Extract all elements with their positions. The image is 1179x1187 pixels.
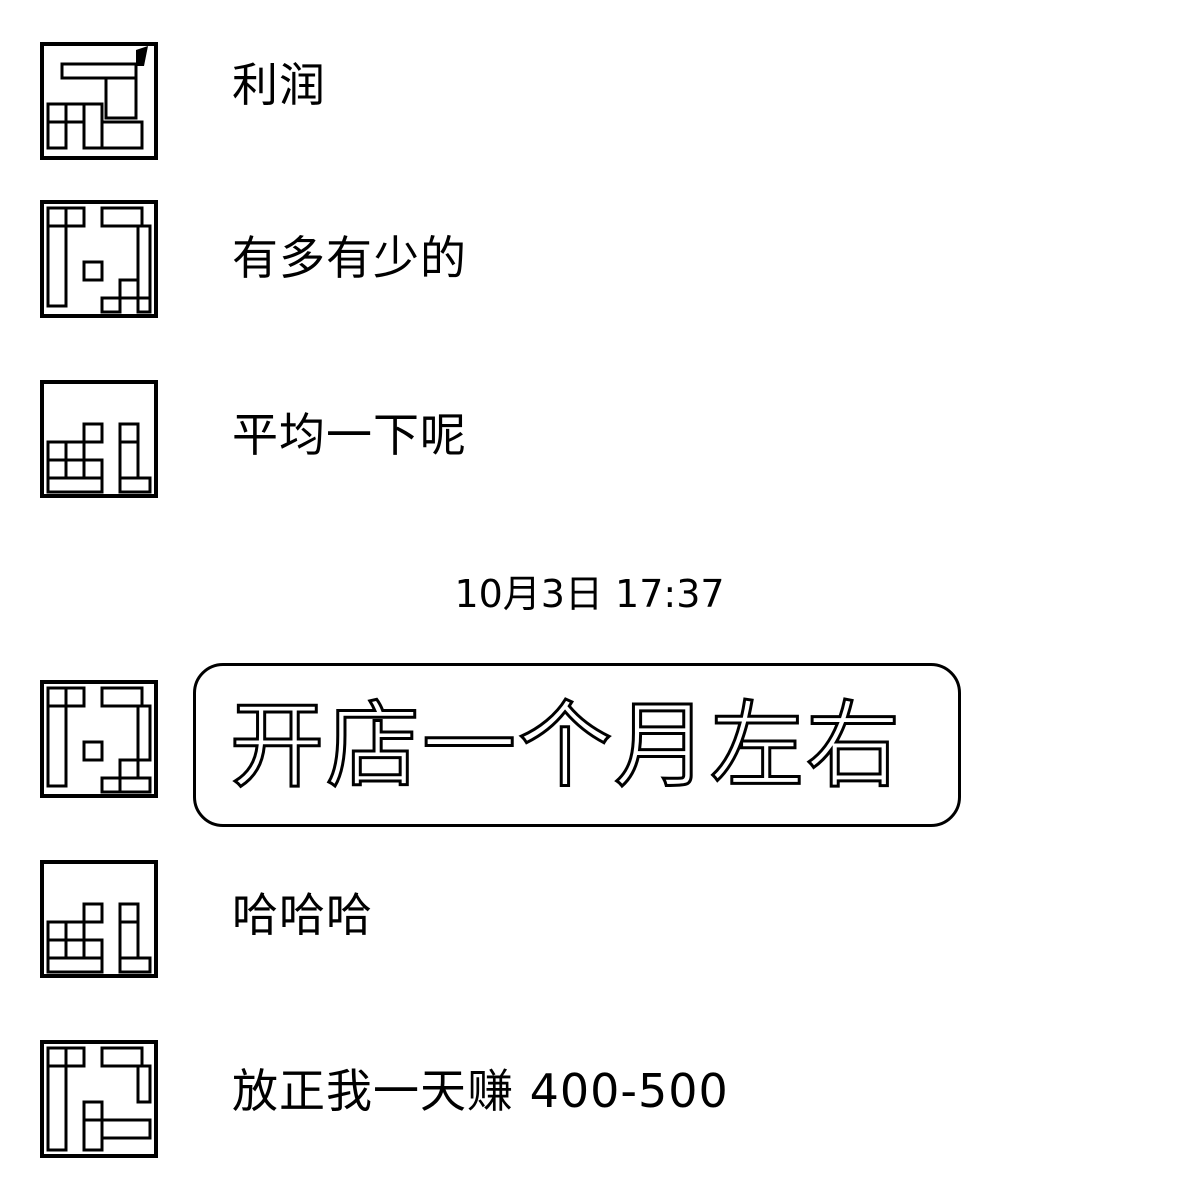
pixel-avatar-icon <box>46 206 152 314</box>
message-text: 利润 <box>232 58 326 112</box>
pixel-avatar-icon <box>46 902 152 974</box>
message-text: 平均一下呢 <box>232 408 467 462</box>
contact-avatar[interactable] <box>40 200 158 318</box>
contact-avatar[interactable] <box>40 680 158 798</box>
contact-avatar[interactable] <box>40 1040 158 1158</box>
message-text: 放正我一天赚 400-500 <box>232 1064 729 1118</box>
timestamp-divider: 10月3日 17:37 <box>454 572 725 616</box>
message-text: 有多有少的 <box>232 231 467 285</box>
message-text: 开店一个月左右 <box>228 692 903 801</box>
message-text: 哈哈哈 <box>232 888 373 942</box>
contact-avatar[interactable] <box>40 380 158 498</box>
contact-avatar[interactable] <box>40 860 158 978</box>
pixel-avatar-icon <box>46 1046 152 1152</box>
pixel-avatar-icon <box>46 46 148 150</box>
pixel-avatar-icon <box>46 686 152 794</box>
pixel-avatar-icon <box>46 422 152 494</box>
contact-avatar[interactable] <box>40 42 158 160</box>
